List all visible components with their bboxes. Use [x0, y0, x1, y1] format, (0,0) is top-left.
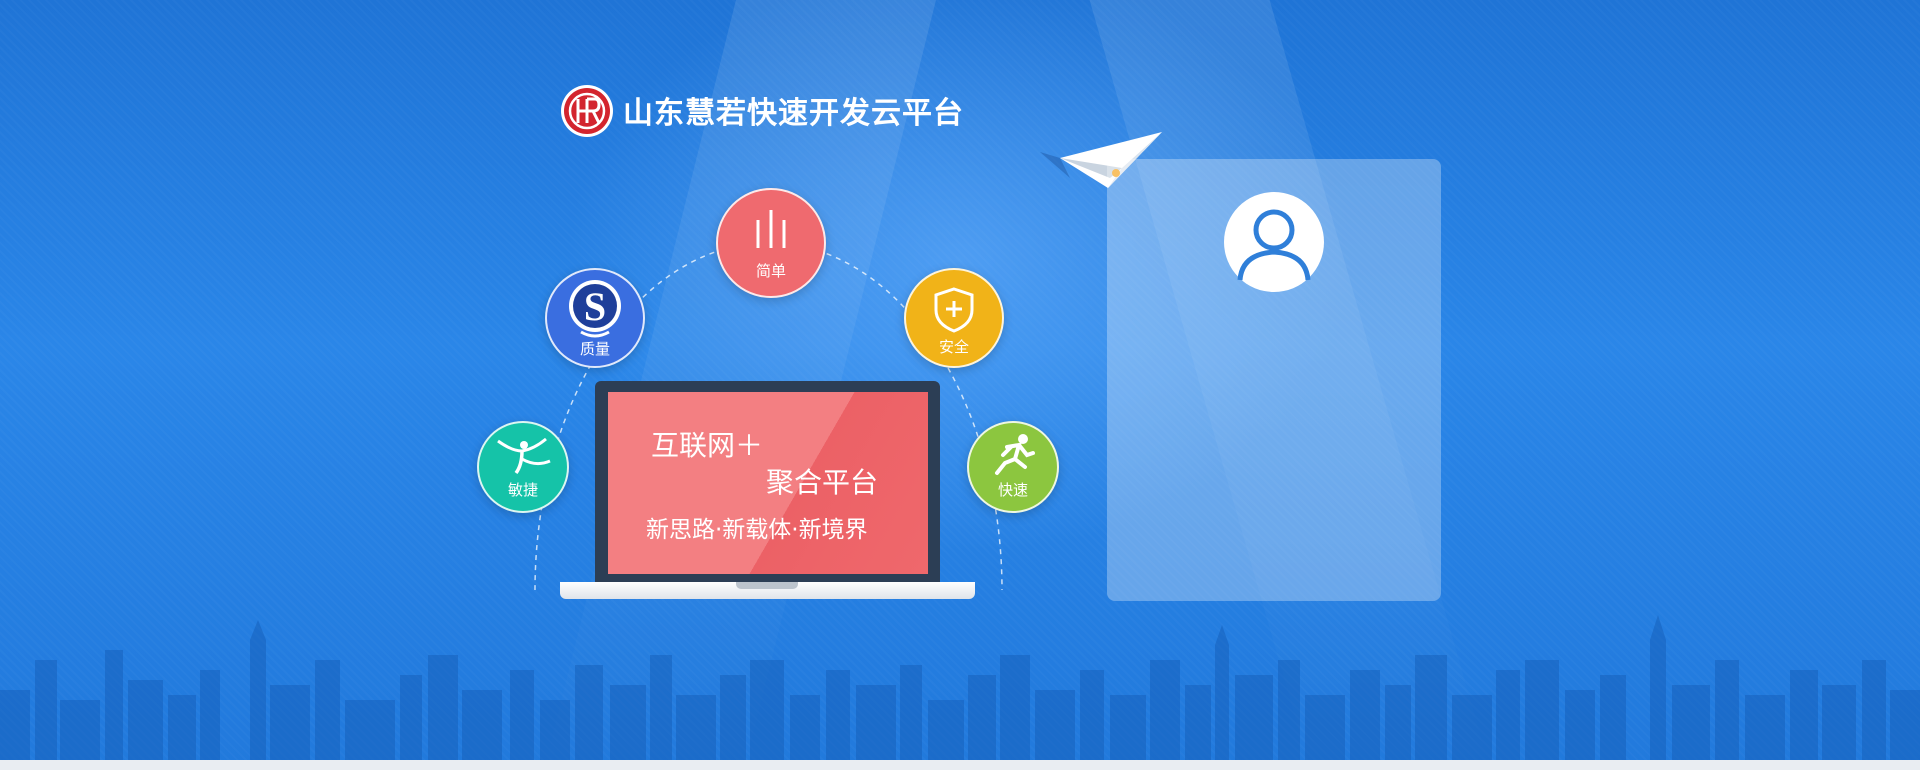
- feature-agile-label: 敏捷: [507, 481, 538, 499]
- shield-plus-icon: [934, 287, 974, 333]
- feature-arc: [534, 242, 1003, 591]
- avatar: [1224, 192, 1324, 292]
- s-logo-icon: S: [569, 280, 621, 338]
- screen-line-3: 新思路·新载体·新境界: [646, 517, 868, 543]
- laptop-notch: [736, 582, 798, 589]
- gymnast-icon: [497, 437, 551, 475]
- bars-icon: [756, 210, 786, 248]
- feature-safe-label: 安全: [938, 338, 969, 356]
- feature-simple-label: 简单: [755, 262, 786, 280]
- feature-fast-label: 快速: [997, 481, 1028, 499]
- feature-safe: 安全: [904, 268, 1004, 368]
- user-icon: [1237, 209, 1311, 281]
- screen-line-1: 互联网＋: [651, 429, 764, 462]
- feature-agile: 敏捷: [477, 421, 569, 513]
- feature-quality-label: 质量: [579, 340, 610, 358]
- feature-fast: 快速: [967, 421, 1059, 513]
- runner-icon: [995, 434, 1035, 475]
- svg-text:S: S: [584, 284, 606, 329]
- screen-line-2: 聚合平台: [766, 466, 879, 499]
- feature-quality: S 质量: [545, 268, 645, 368]
- feature-simple: 简单: [716, 188, 826, 298]
